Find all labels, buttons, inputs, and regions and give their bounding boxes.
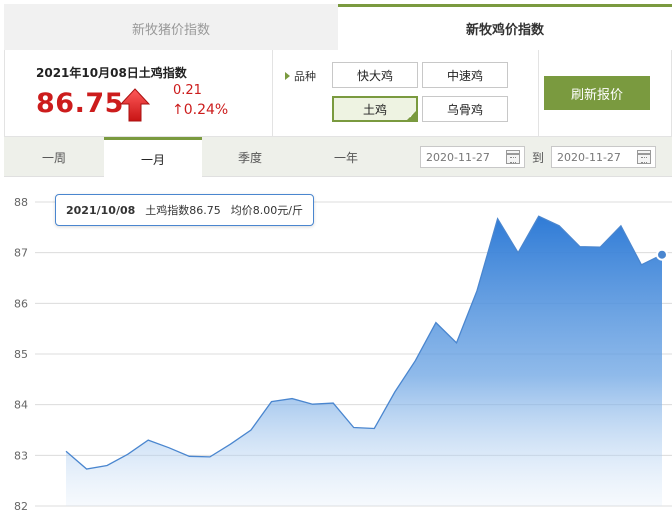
- check-icon: ✓: [408, 111, 415, 120]
- tooltip-index: 土鸡指数86.75: [145, 204, 221, 217]
- tab-year[interactable]: 一年: [298, 137, 394, 177]
- tab-chicken-index[interactable]: 新牧鸡价指数: [338, 4, 672, 50]
- data-point[interactable]: [207, 454, 213, 460]
- variety-option-label: 快大鸡: [356, 68, 393, 83]
- y-tick-label: 83: [14, 449, 28, 462]
- tooltip-date: 2021/10/08: [66, 203, 136, 217]
- date-to-value: 2020-11-27: [557, 150, 621, 164]
- y-tick-label: 86: [14, 297, 28, 310]
- triangle-right-icon: [285, 72, 290, 80]
- calendar-icon[interactable]: [637, 150, 651, 164]
- data-point[interactable]: [310, 401, 316, 407]
- data-point[interactable]: [371, 425, 377, 431]
- data-point[interactable]: [351, 424, 357, 430]
- variety-label: 品种: [285, 68, 316, 84]
- price-title: 2021年10月08日土鸡指数: [36, 66, 187, 80]
- data-point[interactable]: [412, 358, 418, 364]
- data-point[interactable]: [433, 320, 439, 326]
- chart-tooltip: 2021/10/08 土鸡指数86.75 均价8.00元/斤: [55, 194, 314, 226]
- highlighted-data-point[interactable]: [656, 248, 668, 261]
- variety-option-medium[interactable]: 中速鸡: [422, 62, 508, 88]
- variety-option-label: 土鸡: [362, 102, 387, 117]
- data-point[interactable]: [556, 223, 562, 229]
- y-tick-label: 85: [14, 348, 28, 361]
- date-to-input[interactable]: 2020-11-27: [551, 146, 656, 168]
- data-point[interactable]: [495, 216, 501, 222]
- data-point[interactable]: [638, 262, 644, 268]
- data-point[interactable]: [269, 399, 275, 405]
- calendar-icon[interactable]: [506, 150, 520, 164]
- data-point[interactable]: [536, 213, 542, 219]
- price-block: 2021年10月08日土鸡指数 86.75 0.21 ↑0.24%: [5, 50, 273, 136]
- price-value: 86.75: [36, 88, 124, 119]
- data-point[interactable]: [474, 288, 480, 294]
- variety-option-label: 中速鸡: [446, 68, 483, 83]
- tooltip-avg-price: 均价8.00元/斤: [230, 204, 303, 217]
- variety-option-native[interactable]: 土鸡 ✓: [332, 96, 418, 122]
- y-tick-label: 82: [14, 500, 28, 513]
- date-range-separator: 到: [532, 151, 545, 165]
- tab-quarter[interactable]: 季度: [202, 137, 298, 177]
- tab-month[interactable]: 一月: [104, 137, 202, 178]
- date-from-value: 2020-11-27: [426, 150, 490, 164]
- data-point[interactable]: [166, 445, 172, 451]
- data-point[interactable]: [330, 400, 336, 406]
- data-point[interactable]: [145, 437, 151, 443]
- variety-selector: 品种 快大鸡 中速鸡 土鸡 ✓ 乌骨鸡: [273, 50, 539, 136]
- data-point[interactable]: [577, 244, 583, 250]
- refresh-quote-button[interactable]: 刷新报价: [544, 76, 650, 110]
- data-point[interactable]: [453, 340, 459, 346]
- data-point[interactable]: [186, 453, 192, 459]
- chart-area: 82 83 84 85 86 87 88: [0, 178, 672, 515]
- data-point[interactable]: [289, 396, 295, 402]
- data-point[interactable]: [104, 462, 110, 468]
- data-point[interactable]: [125, 451, 131, 457]
- date-from-input[interactable]: 2020-11-27: [420, 146, 525, 168]
- data-point[interactable]: [392, 389, 398, 395]
- data-point[interactable]: [597, 244, 603, 250]
- index-type-tabs: 新牧猪价指数 新牧鸡价指数: [4, 4, 672, 50]
- y-tick-label: 88: [14, 196, 28, 209]
- data-point[interactable]: [227, 441, 233, 447]
- price-change-abs: 0.21: [173, 83, 202, 98]
- variety-label-text: 品种: [294, 70, 316, 83]
- variety-option-fast[interactable]: 快大鸡: [332, 62, 418, 88]
- period-bar: 一周 一月 季度 一年 2020-11-27 到 2020-11-27: [4, 137, 672, 178]
- y-tick-label: 84: [14, 399, 28, 412]
- variety-option-silkie[interactable]: 乌骨鸡: [422, 96, 508, 122]
- data-point[interactable]: [248, 427, 254, 433]
- price-index-chart[interactable]: 82 83 84 85 86 87 88: [0, 178, 672, 515]
- data-point[interactable]: [515, 250, 521, 256]
- tab-pig-index[interactable]: 新牧猪价指数: [4, 4, 338, 50]
- price-change-pct: ↑0.24%: [172, 102, 229, 118]
- tab-week[interactable]: 一周: [4, 137, 104, 177]
- area-fill: [66, 216, 662, 506]
- up-arrow-icon: [120, 88, 150, 122]
- info-panel: 2021年10月08日土鸡指数 86.75 0.21 ↑0.24% 品种 快大鸡…: [4, 50, 672, 137]
- data-point[interactable]: [63, 448, 69, 454]
- data-point[interactable]: [84, 466, 90, 472]
- variety-option-label: 乌骨鸡: [446, 102, 483, 117]
- y-tick-label: 87: [14, 247, 28, 260]
- data-point[interactable]: [618, 223, 624, 229]
